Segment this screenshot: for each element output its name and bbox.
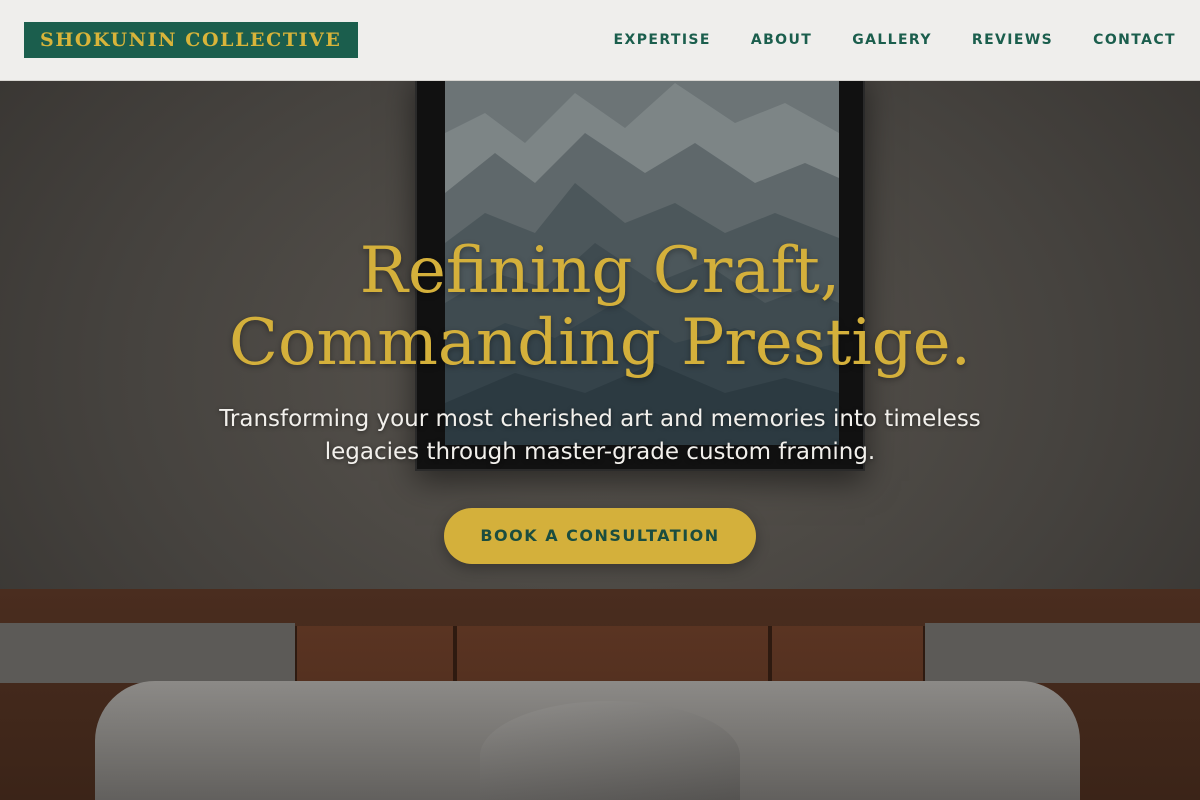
hero-title: Refining Craft, Commanding Prestige. bbox=[229, 234, 971, 380]
wall-strip-right bbox=[925, 623, 1200, 683]
nav-link-expertise[interactable]: EXPERTISE bbox=[614, 32, 711, 48]
nav-link-contact[interactable]: CONTACT bbox=[1093, 32, 1176, 48]
nav-link-reviews[interactable]: REVIEWS bbox=[972, 32, 1053, 48]
pillow-fold bbox=[480, 701, 740, 800]
book-consultation-button[interactable]: BOOK A CONSULTATION bbox=[444, 508, 756, 564]
nav-link-gallery[interactable]: GALLERY bbox=[852, 32, 932, 48]
nav-link-about[interactable]: ABOUT bbox=[751, 32, 812, 48]
brand-logo[interactable]: SHOKUNIN COLLECTIVE bbox=[24, 22, 358, 58]
site-header: SHOKUNIN COLLECTIVE EXPERTISE ABOUT GALL… bbox=[0, 0, 1200, 81]
hero-subtitle: Transforming your most cherished art and… bbox=[219, 406, 981, 465]
main-nav: EXPERTISE ABOUT GALLERY REVIEWS CONTACT bbox=[614, 32, 1176, 48]
wall-strip-left bbox=[0, 623, 295, 683]
